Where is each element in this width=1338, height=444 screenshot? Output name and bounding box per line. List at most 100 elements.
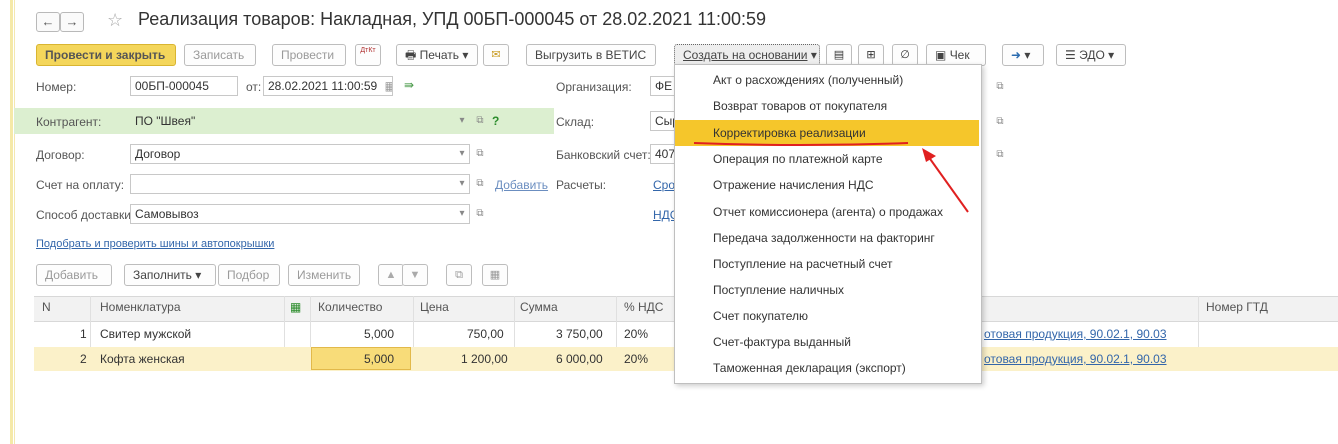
open-icon[interactable]: ⧉ <box>472 146 488 162</box>
page-title: Реализация товаров: Накладная, УПД 00БП-… <box>138 9 767 29</box>
menu-item-cash-receipt[interactable]: Поступление наличных <box>675 277 979 303</box>
structure-icon: ⊞ <box>866 49 876 61</box>
arrow-right-icon: → <box>65 14 79 29</box>
settlements-link[interactable]: Сро <box>653 178 675 192</box>
chevron-down-icon[interactable]: ▾ <box>454 146 470 162</box>
doc-status-icon[interactable]: ⇛ <box>404 78 414 92</box>
tires-link[interactable]: Подобрать и проверить шины и автопокрышк… <box>36 238 274 250</box>
row-sum: 6 000,00 <box>556 352 603 366</box>
change-button[interactable]: Изменить <box>288 264 360 286</box>
row-sum: 3 750,00 <box>556 327 603 341</box>
date-label: от: <box>246 80 262 94</box>
number-field[interactable]: 00БП-000045 <box>130 76 238 96</box>
arrow-up-icon: ▲ <box>385 269 397 281</box>
menu-item-bank-receipt[interactable]: Поступление на расчетный счет <box>675 251 979 277</box>
chevron-down-icon: ▾ <box>810 48 817 62</box>
arrow-down-icon: ▼ <box>409 269 421 281</box>
invoice-label: Счет на оплату: <box>36 178 125 192</box>
menu-item-goods-return[interactable]: Возврат товаров от покупателя <box>675 93 979 119</box>
back-button[interactable]: ← <box>36 12 60 32</box>
menu-item-card-payment[interactable]: Операция по платежной карте <box>675 146 979 172</box>
paste-button[interactable]: ▦ <box>482 264 508 286</box>
chevron-down-icon[interactable]: ▾ <box>454 113 470 129</box>
chevron-down-icon[interactable]: ▾ <box>454 176 470 192</box>
report-button[interactable]: ▤ <box>826 44 852 66</box>
row-n: 1 <box>80 327 87 341</box>
col-price[interactable]: Цена <box>420 300 449 314</box>
number-label: Номер: <box>36 80 77 94</box>
organization-label: Организация: <box>556 80 632 94</box>
contract-field[interactable]: Договор <box>130 144 470 164</box>
col-barcode-icon[interactable]: ▦ <box>290 300 301 314</box>
dtkt-journal-button[interactable]: ДтКт <box>355 44 381 66</box>
chevron-down-icon: ▾ <box>195 268 202 282</box>
delivery-label: Способ доставки: <box>36 208 135 222</box>
menu-item-customs-declaration[interactable]: Таможенная декларация (экспорт) <box>675 355 979 381</box>
post-and-close-button[interactable]: Провести и закрыть <box>36 44 176 66</box>
calendar-icon[interactable]: ▦ <box>385 79 392 93</box>
open-icon[interactable]: ⧉ <box>992 79 1008 95</box>
col-n[interactable]: N <box>42 300 51 314</box>
row-qty: 5,000 <box>364 352 395 366</box>
forward-button[interactable]: → <box>60 12 84 32</box>
create-based-on-label: Создать на основании <box>683 48 808 62</box>
chevron-down-icon[interactable]: ▾ <box>454 206 470 222</box>
export-vetis-button[interactable]: Выгрузить в ВЕТИС <box>526 44 656 66</box>
save-button[interactable]: Записать <box>184 44 256 66</box>
menu-item-sales-correction[interactable]: Корректировка реализации <box>675 120 979 146</box>
menu-item-vat-accrual[interactable]: Отражение начисления НДС <box>675 172 979 198</box>
date-value: 28.02.2021 11:00:59 <box>268 79 378 93</box>
print-button[interactable]: 🖶 Печать ▾ <box>396 44 478 66</box>
receipt-label: Чек <box>949 48 970 62</box>
col-vat[interactable]: % НДС <box>624 300 663 314</box>
favorite-star-icon[interactable]: ☆ <box>107 10 123 31</box>
menu-item-discrepancy-act[interactable]: Акт о расхождениях (полученный) <box>675 67 979 93</box>
dtkt-icon: ДтКт <box>360 47 376 54</box>
qty-cell-active[interactable] <box>311 347 411 370</box>
add-invoice-link[interactable]: Добавить <box>495 178 548 192</box>
menu-item-issued-invoice[interactable]: Счет-фактура выданный <box>675 329 979 355</box>
move-down-button[interactable]: ▼ <box>402 264 428 286</box>
fill-button[interactable]: Заполнить ▾ <box>124 264 216 286</box>
create-based-on-button[interactable]: Создать на основании ▾ <box>674 44 820 66</box>
open-icon[interactable]: ⧉ <box>472 206 488 222</box>
chevron-down-icon: ▾ <box>1108 48 1115 62</box>
menu-item-customer-invoice[interactable]: Счет покупателю <box>675 303 979 329</box>
post-button[interactable]: Провести <box>272 44 346 66</box>
date-field[interactable]: 28.02.2021 11:00:59 ▦ <box>263 76 393 96</box>
col-sum[interactable]: Сумма <box>520 300 558 314</box>
contractor-field[interactable]: ПО "Швея" <box>130 111 470 131</box>
pick-button[interactable]: Подбор <box>218 264 280 286</box>
paste-icon: ▦ <box>489 269 501 281</box>
row-vat: 20% <box>624 352 649 366</box>
move-up-button[interactable]: ▲ <box>378 264 404 286</box>
row-item: Свитер мужской <box>100 327 192 341</box>
copy-button[interactable]: ⧉ <box>446 264 472 286</box>
delivery-field[interactable]: Самовывоз <box>130 204 470 224</box>
open-icon[interactable]: ⧉ <box>992 114 1008 130</box>
document-list-icon: ▤ <box>833 49 845 61</box>
col-qty[interactable]: Количество <box>318 300 382 314</box>
menu-item-factoring[interactable]: Передача задолженности на факторинг <box>675 225 979 251</box>
printer-icon: 🖶 <box>405 48 417 62</box>
open-icon[interactable]: ⧉ <box>472 113 488 129</box>
receipt-button[interactable]: ▣ Чек <box>926 44 986 66</box>
open-icon[interactable]: ⧉ <box>992 147 1008 163</box>
row-account-link[interactable]: отовая продукция, 90.02.1, 90.03 <box>984 352 1167 366</box>
row-account-link[interactable]: отовая продукция, 90.02.1, 90.03 <box>984 327 1167 341</box>
warehouse-label: Склад: <box>556 115 595 129</box>
col-gtd[interactable]: Номер ГТД <box>1206 300 1268 314</box>
invoice-field[interactable] <box>130 174 470 194</box>
add-row-button[interactable]: Добавить <box>36 264 112 286</box>
row-price: 1 200,00 <box>461 352 508 366</box>
col-item[interactable]: Номенклатура <box>100 300 181 314</box>
edo-button[interactable]: ☰ ЭДО ▾ <box>1056 44 1126 66</box>
more-actions-button[interactable]: ➜ ▾ <box>1002 44 1044 66</box>
menu-item-commission-report[interactable]: Отчет комиссионера (агента) о продажах <box>675 199 979 225</box>
structure-button[interactable]: ⊞ <box>858 44 884 66</box>
help-icon[interactable]: ? <box>492 114 499 128</box>
envelope-button[interactable]: ✉ <box>483 44 509 66</box>
contractor-label: Контрагент: <box>36 115 102 129</box>
attach-button[interactable]: ∅ <box>892 44 918 66</box>
open-icon[interactable]: ⧉ <box>472 176 488 192</box>
